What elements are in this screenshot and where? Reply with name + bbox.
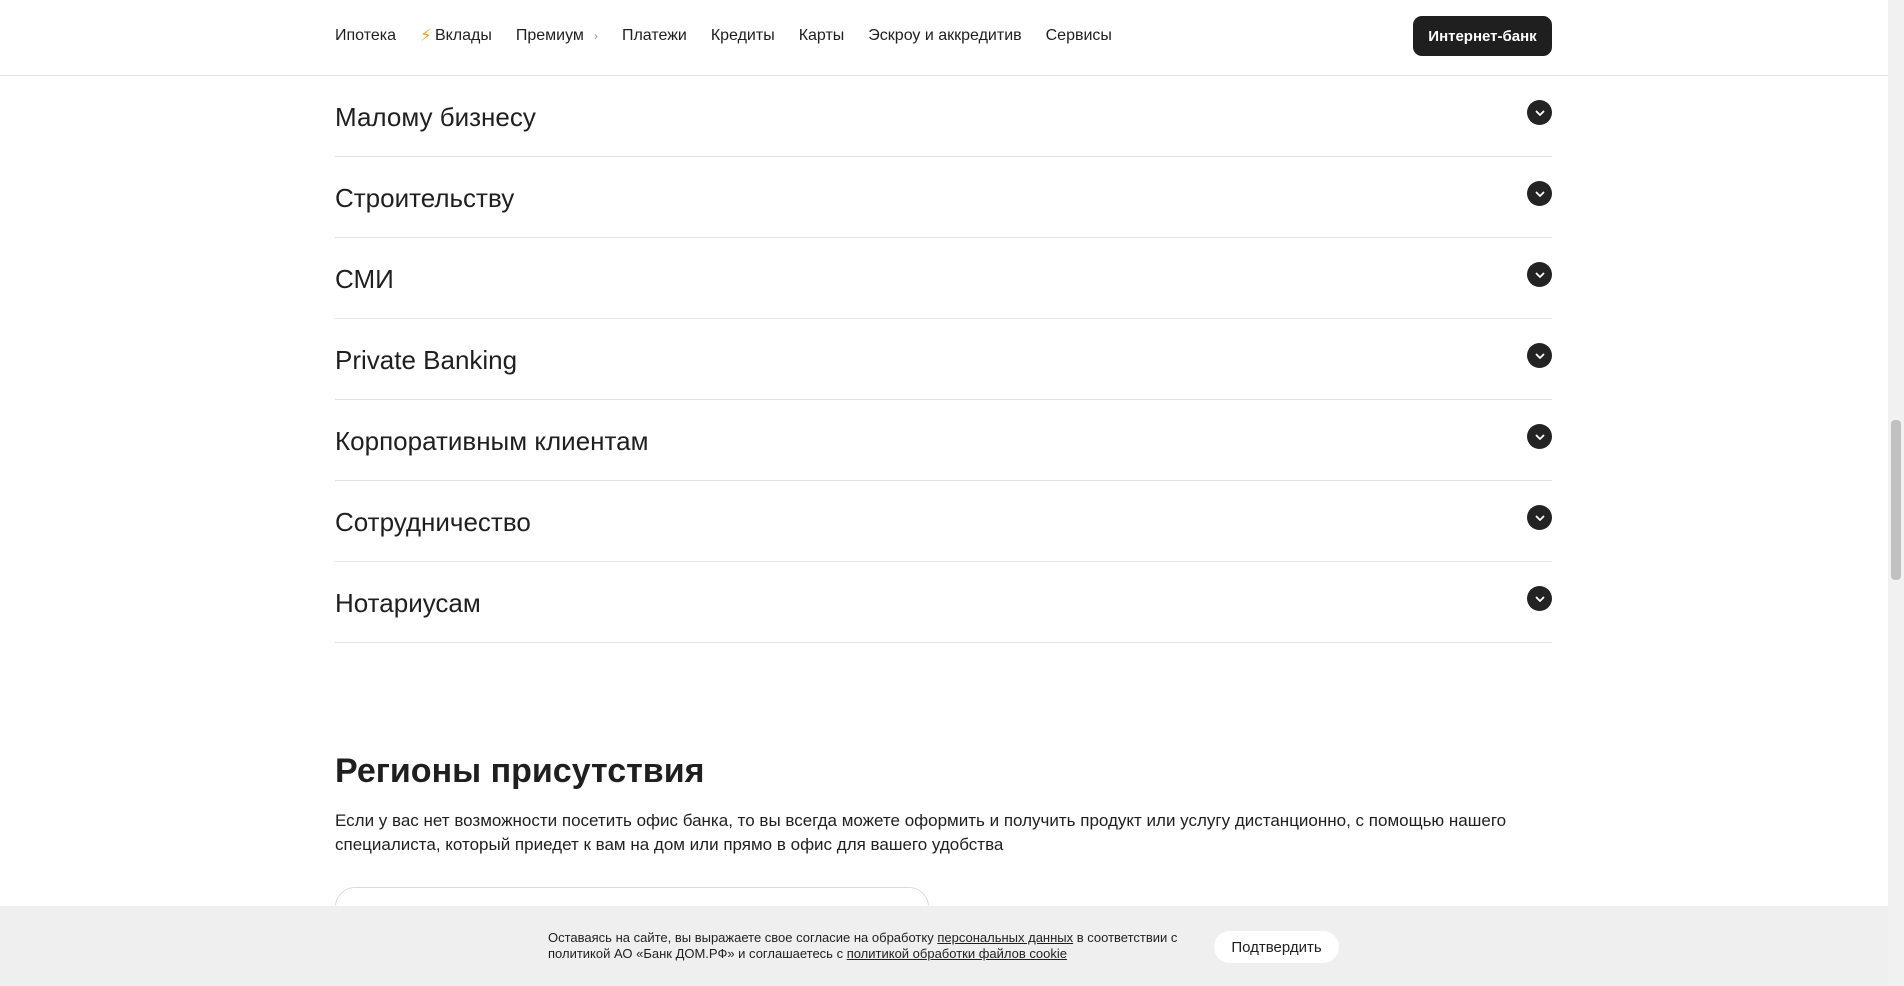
nav-item-0[interactable]: Ипотека xyxy=(335,27,396,45)
chevron-down-icon[interactable] xyxy=(1527,586,1552,611)
cookie-consent-text: Оставаясь на сайте, вы выражаете свое со… xyxy=(548,930,1188,962)
accordion-item-title: СМИ xyxy=(335,264,394,294)
accordion-item-title: Малому бизнесу xyxy=(335,102,536,132)
nav-item-label: Премиум xyxy=(515,27,584,44)
chevron-down-icon[interactable] xyxy=(1527,505,1552,530)
accordion-item[interactable]: СМИ xyxy=(335,238,1552,319)
regions-title: Регионы присутствия xyxy=(335,752,705,790)
accordion-item-title: Сотрудничество xyxy=(335,507,531,537)
nav-item-label: Эскроу и аккредитив xyxy=(868,27,1022,44)
lightning-icon: ⚡ xyxy=(420,26,432,45)
chevron-down-icon[interactable] xyxy=(1527,424,1552,449)
nav-item-3[interactable]: Платежи xyxy=(622,27,687,45)
accordion-item-title: Private Banking xyxy=(335,345,518,375)
page-scrollbar[interactable] xyxy=(1888,0,1904,986)
accordion-item[interactable]: Корпоративным клиентам xyxy=(335,400,1552,481)
nav-item-label: Вклады xyxy=(434,27,492,44)
page: Ипотека ⚡ Вклады Премиум › Платежи Кредиты Карт… xyxy=(0,0,1888,986)
nav-item-5[interactable]: Карты xyxy=(799,27,845,45)
nav-item-6[interactable]: Эскроу и аккредитив xyxy=(868,27,1021,45)
nav-item-label: Платежи xyxy=(621,27,687,44)
accordion-item-title: Строительству xyxy=(335,183,515,213)
nav-item-7[interactable]: Сервисы xyxy=(1046,27,1112,45)
cookie-policy-link[interactable]: политикой обработки файлов cookie xyxy=(847,946,1067,961)
chevron-down-icon[interactable] xyxy=(1527,343,1552,368)
nav-item-label: Ипотека xyxy=(335,27,397,44)
accordion-item[interactable]: Строительству xyxy=(335,157,1552,238)
accordion-item[interactable]: Малому бизнесу xyxy=(335,76,1552,157)
audience-accordion: Малому бизнесу Строительству СМИ Private Ba… xyxy=(335,76,1552,643)
nav-item-label: Сервисы xyxy=(1045,27,1112,44)
accordion-item[interactable]: Private Banking xyxy=(335,319,1552,400)
chevron-down-icon[interactable] xyxy=(1527,100,1552,125)
cookie-confirm-button[interactable]: Подтвердить xyxy=(1214,931,1339,963)
main-nav: Ипотека ⚡ Вклады Премиум › Платежи Кредиты Карт… xyxy=(335,0,1136,72)
accordion-item-title: Нотариусам xyxy=(335,588,481,618)
accordion-item-title: Корпоративным клиентам xyxy=(335,426,649,456)
regions-description: Если у вас нет возможности посетить офис… xyxy=(335,811,1507,854)
scrollbar-thumb[interactable] xyxy=(1891,420,1901,580)
nav-item-4[interactable]: Кредиты xyxy=(711,27,775,45)
nav-item-label: Карты xyxy=(798,27,845,44)
accordion-item[interactable]: Сотрудничество xyxy=(335,481,1552,562)
nav-item-1[interactable]: ⚡ Вклады xyxy=(420,26,492,46)
cookie-text-part-1: Оставаясь на сайте, вы выражаете свое со… xyxy=(548,930,938,945)
chevron-down-icon[interactable] xyxy=(1527,181,1552,206)
cookie-consent-banner: Оставаясь на сайте, вы выражаете свое со… xyxy=(0,906,1888,986)
chevron-down-icon[interactable] xyxy=(1527,262,1552,287)
nav-item-label: Кредиты xyxy=(710,27,775,44)
nav-item-2[interactable]: Премиум › xyxy=(516,27,598,45)
personal-data-link[interactable]: персональных данных xyxy=(937,930,1073,945)
chevron-right-icon: › xyxy=(593,29,598,43)
internet-bank-button[interactable]: Интернет-банк xyxy=(1413,16,1552,56)
top-navigation-bar: Ипотека ⚡ Вклады Премиум › Платежи Кредиты Карт… xyxy=(0,0,1888,76)
accordion-item[interactable]: Нотариусам xyxy=(335,562,1552,643)
